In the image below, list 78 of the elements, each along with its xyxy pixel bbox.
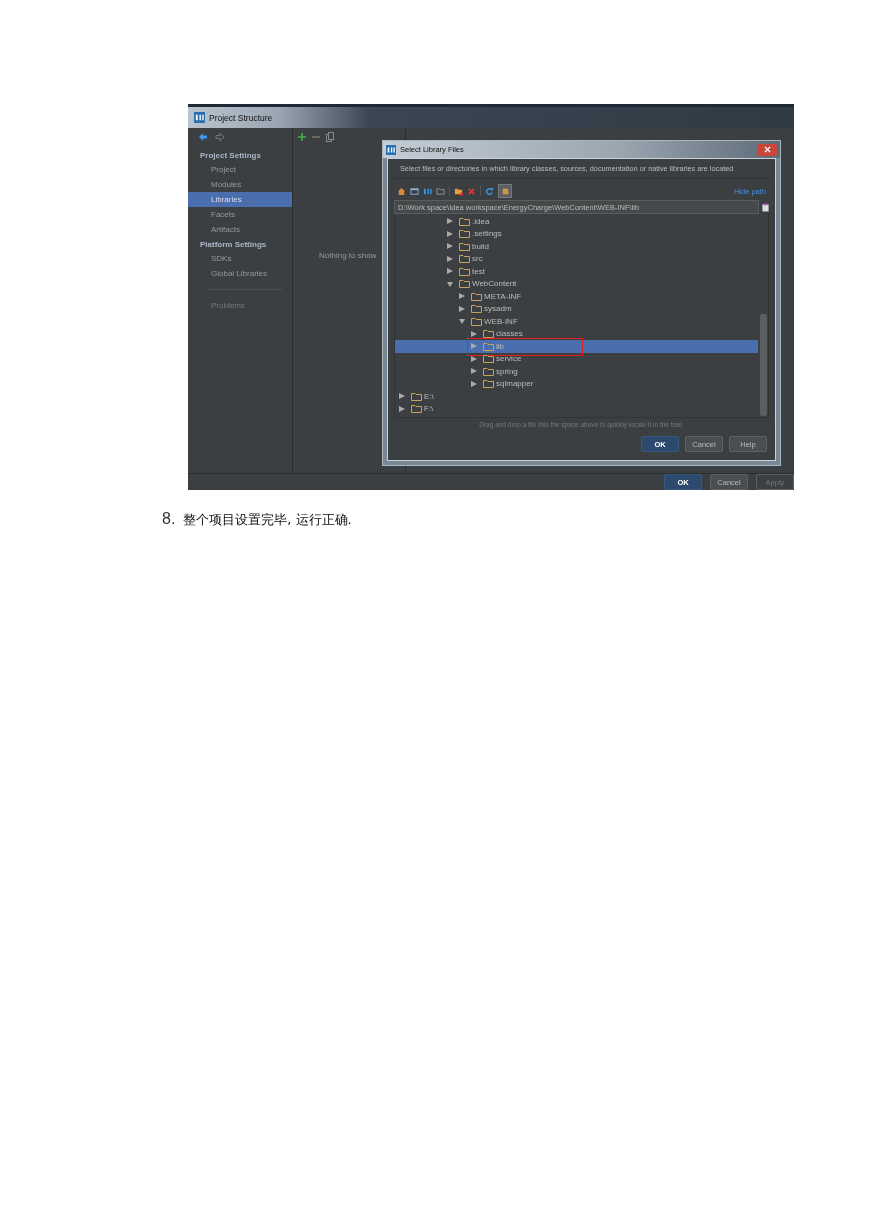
tree-row[interactable]: src [395,252,758,265]
add-icon[interactable] [298,133,306,141]
app-logo-icon [194,112,205,123]
collapsed-arrow-icon[interactable] [471,355,477,362]
new-folder-icon[interactable] [454,186,463,196]
sidebar-item[interactable]: Modules [188,177,292,192]
empty-message: Nothing to show [318,251,378,260]
delete-icon[interactable] [467,186,476,196]
sidebar-item[interactable]: SDKs [188,251,292,266]
collapsed-arrow-icon[interactable] [471,330,477,337]
close-icon [763,146,771,153]
folder-icon [483,366,494,376]
collapsed-arrow-icon[interactable] [459,293,465,300]
sidebar-section-header: Project Settings [199,150,262,162]
close-button[interactable] [757,143,777,156]
sidebar-item[interactable]: Artifacts [188,222,292,237]
folder-icon [459,266,470,276]
tree-row[interactable]: service [395,352,758,365]
collapsed-arrow-icon[interactable] [447,255,453,262]
tree-row[interactable]: classes [395,327,758,340]
desktop-icon[interactable] [410,186,419,196]
collapsed-arrow-icon[interactable] [447,230,453,237]
collapsed-arrow-icon[interactable] [471,368,477,375]
tree-row[interactable]: .idea [395,215,758,228]
tree-row[interactable]: build [395,240,758,253]
sidebar-item[interactable]: Facets [188,207,292,222]
folder-icon [471,316,482,326]
tree-row[interactable]: E:\ [395,390,758,403]
sidebar-item[interactable]: Project [188,162,292,177]
folder-icon[interactable] [436,186,445,196]
copy-icon[interactable] [326,132,334,142]
folder-icon [411,391,422,401]
tree-row[interactable]: sqlmapper [395,377,758,390]
tree-row[interactable]: F:\ [395,402,758,415]
folder-icon [483,341,494,351]
folder-icon [411,404,422,414]
folder-icon [459,241,470,251]
tree-row[interactable]: spring [395,365,758,378]
folder-icon [459,216,470,226]
project-icon[interactable] [423,186,432,196]
folder-icon [471,291,482,301]
app-logo-icon [386,144,396,155]
forward-arrow-icon[interactable] [215,132,225,142]
collapsed-arrow-icon[interactable] [447,243,453,250]
folder-icon [483,379,494,389]
caption-text: 整个项目设置完毕, 运行正确. [183,511,352,529]
tree-row[interactable]: sysadm [395,302,758,315]
folder-icon [459,279,470,289]
home-icon[interactable] [397,186,406,196]
back-arrow-icon[interactable] [198,132,208,142]
collapsed-arrow-icon[interactable] [447,218,453,225]
collapsed-arrow-icon[interactable] [447,268,453,275]
folder-icon [483,329,494,339]
scrollbar-thumb[interactable] [760,314,767,416]
window-title: Project Structure [209,112,273,123]
folder-icon [459,254,470,264]
collapsed-arrow-icon[interactable] [399,393,405,400]
tree-row[interactable]: META-INF [395,290,758,303]
refresh-icon[interactable] [485,186,494,196]
folder-icon [459,229,470,239]
tree-row[interactable]: test [395,265,758,278]
folder-icon [471,304,482,314]
show-hidden-toggle[interactable] [498,184,512,198]
tree-row[interactable]: WebContent [395,277,758,290]
tree-row[interactable]: WEB-INF [395,315,758,328]
expanded-arrow-icon[interactable] [447,280,453,287]
clipboard-icon[interactable] [762,202,769,212]
sidebar-section-header: Platform Settings [199,239,268,251]
sidebar-item[interactable]: Libraries [188,192,292,207]
step-number: 8. [162,510,176,528]
collapsed-arrow-icon[interactable] [471,380,477,387]
collapsed-arrow-icon[interactable] [399,405,405,412]
expanded-arrow-icon[interactable] [459,318,465,325]
tree-row[interactable]: .settings [395,227,758,240]
folder-icon [483,354,494,364]
hidden-files-icon [501,187,509,195]
sidebar-item[interactable]: Global Libraries [188,266,292,281]
collapsed-arrow-icon[interactable] [459,305,465,312]
